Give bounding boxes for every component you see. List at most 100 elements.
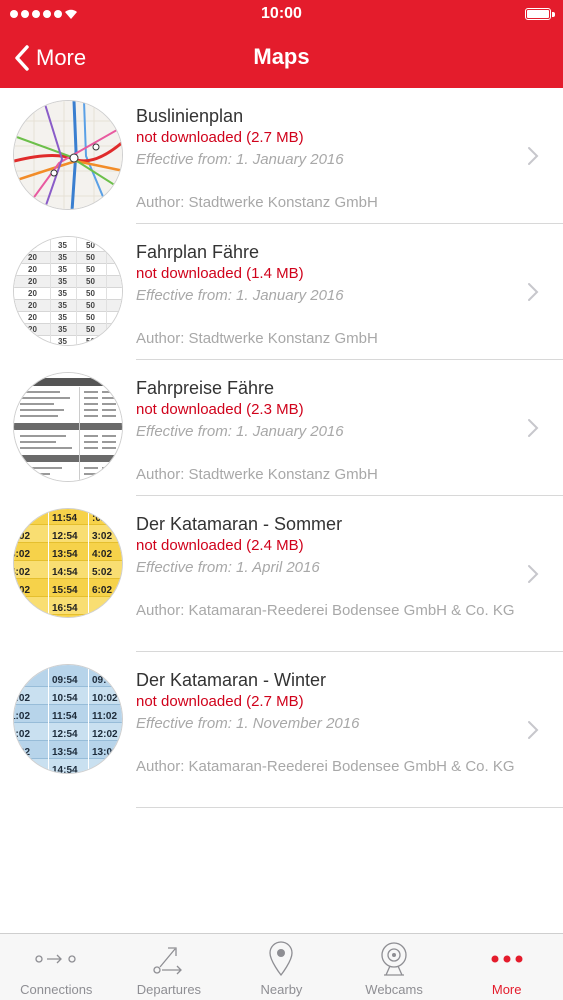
effective-date: Effective from: 1. January 2016 [136, 287, 344, 304]
author-text: Author: Stadtwerke Konstanz GmbH [136, 330, 378, 347]
table-cell: 20 [28, 277, 37, 286]
tab-departures[interactable]: Departures [113, 934, 226, 1000]
tab-label: Connections [20, 982, 93, 997]
tab-bar: Connections Departures Nearby Webcams Mo… [0, 933, 563, 1000]
ferry-fares-thumbnail [13, 372, 123, 482]
effective-date: Effective from: 1. January 2016 [136, 151, 344, 168]
table-cell: 10:02 [92, 693, 118, 704]
table-rule [14, 542, 122, 543]
table-column-rule [48, 509, 49, 617]
item-title: Fahrplan Fähre [136, 242, 260, 262]
effective-date: Effective from: 1. April 2016 [136, 559, 320, 576]
table-rule [14, 560, 122, 561]
table-cell: 11:54 [52, 513, 77, 524]
table-cell: 12:54 [52, 729, 78, 740]
item-title: Der Katamaran - Winter [136, 670, 327, 690]
table-cell: 50 [86, 277, 95, 286]
battery-icon [525, 8, 555, 20]
table-cell: 11:02 [92, 711, 117, 722]
status-bar: 10:00 [0, 0, 563, 30]
table-cell: 16:54 [52, 603, 78, 614]
table-cell: 50 [86, 289, 95, 298]
table-cell: 50 [86, 301, 95, 310]
more-icon [491, 955, 523, 963]
effective-date: Effective from: 1. November 2016 [136, 715, 360, 732]
list-item-fahrpreise-faehre[interactable]: Fahrpreise Fähre not downloaded (2.3 MB)… [0, 360, 563, 496]
table-cell: 35 [58, 277, 67, 286]
table-cell: 50 [86, 325, 95, 334]
tab-connections[interactable]: Connections [0, 934, 113, 1000]
item-title: Der Katamaran - Sommer [136, 514, 343, 534]
table-cell: 3:02 [14, 549, 30, 560]
table-column-rule [48, 665, 49, 773]
tab-more[interactable]: More [450, 934, 563, 1000]
chevron-right-icon [528, 721, 539, 739]
table-cell: 15:54 [52, 585, 78, 596]
table-cell: 13:02 [92, 747, 118, 758]
status-time: 10:00 [261, 5, 302, 22]
chevron-right-icon [528, 283, 539, 301]
table-cell: 3:02 [92, 531, 112, 542]
table-cell: 6:02 [92, 585, 112, 596]
table-cell: 20 [28, 241, 37, 250]
item-title: Buslinienplan [136, 106, 244, 126]
table-cell: 35 [58, 337, 67, 346]
download-status: not downloaded (1.4 MB) [136, 265, 304, 282]
table-cell: 35 [58, 253, 67, 262]
author-text: Author: Stadtwerke Konstanz GmbH [136, 194, 378, 211]
table-rule [14, 758, 122, 759]
table-cell: 5:02 [92, 567, 112, 578]
table-rule [14, 740, 122, 741]
table-cell: 5:02 [14, 585, 30, 596]
table-cell: 13:54 [52, 747, 78, 758]
katamaran-winter-thumbnail: 09:54 09: 0:02 10:54 10:02 1:02 11:54 11:02 2:02… [13, 664, 123, 774]
table-cell: 35 [58, 289, 67, 298]
table-rule [14, 704, 122, 705]
tab-label: Webcams [365, 982, 423, 997]
table-cell: 4:02 [14, 567, 30, 578]
table-cell: 35 [58, 313, 67, 322]
table-cell: 20 [28, 313, 37, 322]
list-item-katamaran-winter[interactable]: 09:54 09: 0:02 10:54 10:02 1:02 11:54 11:02 2:02… [0, 652, 563, 808]
table-cell: 35 [58, 301, 67, 310]
table-cell: 14:54 [52, 765, 78, 774]
tab-label: Departures [136, 982, 202, 997]
table-cell: 11:54 [52, 711, 77, 722]
ferry-schedule-thumbnail: 20 35 50 20 35 50 20 35 50 20 35 50 20 35 50 20 35 50 20 35… [13, 236, 123, 346]
list-item-buslinienplan[interactable]: Buslinienplan not downloaded (2.7 MB) Ef… [0, 88, 563, 224]
table-cell: 35 [58, 241, 67, 250]
tab-nearby[interactable]: Nearby [225, 934, 338, 1000]
tab-webcams[interactable]: Webcams [338, 934, 451, 1000]
maps-list: Buslinienplan not downloaded (2.7 MB) Ef… [0, 88, 563, 808]
chevron-right-icon [528, 419, 539, 437]
table-cell: 35 [58, 325, 67, 334]
table-cell: 50 [86, 241, 95, 250]
table-rule [14, 614, 122, 615]
table-column-rule [88, 509, 89, 617]
location-pin-icon [269, 941, 294, 977]
page-title: Maps [253, 44, 310, 69]
table-rule [14, 251, 122, 252]
connections-icon [35, 954, 76, 964]
table-rule [14, 578, 122, 579]
divider [136, 807, 563, 808]
table-cell: 50 [86, 265, 95, 274]
table-rule [14, 335, 122, 336]
download-status: not downloaded (2.4 MB) [136, 537, 304, 554]
table-cell: 2:02 [14, 531, 30, 542]
table-column-rule [50, 237, 51, 345]
list-item-katamaran-sommer[interactable]: 11:54:02 2:02 12:54 3:02 3:02 13:54 4:02 4:02 14… [0, 496, 563, 652]
table-cell: :02 [92, 513, 107, 524]
table-cell: 20 [28, 253, 37, 262]
table-column-rule [106, 237, 107, 345]
table-cell: 20 [28, 337, 37, 346]
download-status: not downloaded (2.3 MB) [136, 401, 304, 418]
table-cell: 20 [28, 325, 37, 334]
table-rule [14, 722, 122, 723]
list-item-fahrplan-faehre[interactable]: 20 35 50 20 35 50 20 35 50 20 35 50 20 35 50 20 35 50 20 35… [0, 224, 563, 360]
table-cell: 12:02 [92, 729, 118, 740]
webcam-icon [381, 942, 407, 976]
tab-label: More [491, 982, 522, 997]
tab-label: Nearby [260, 982, 303, 997]
effective-date: Effective from: 1. January 2016 [136, 423, 344, 440]
